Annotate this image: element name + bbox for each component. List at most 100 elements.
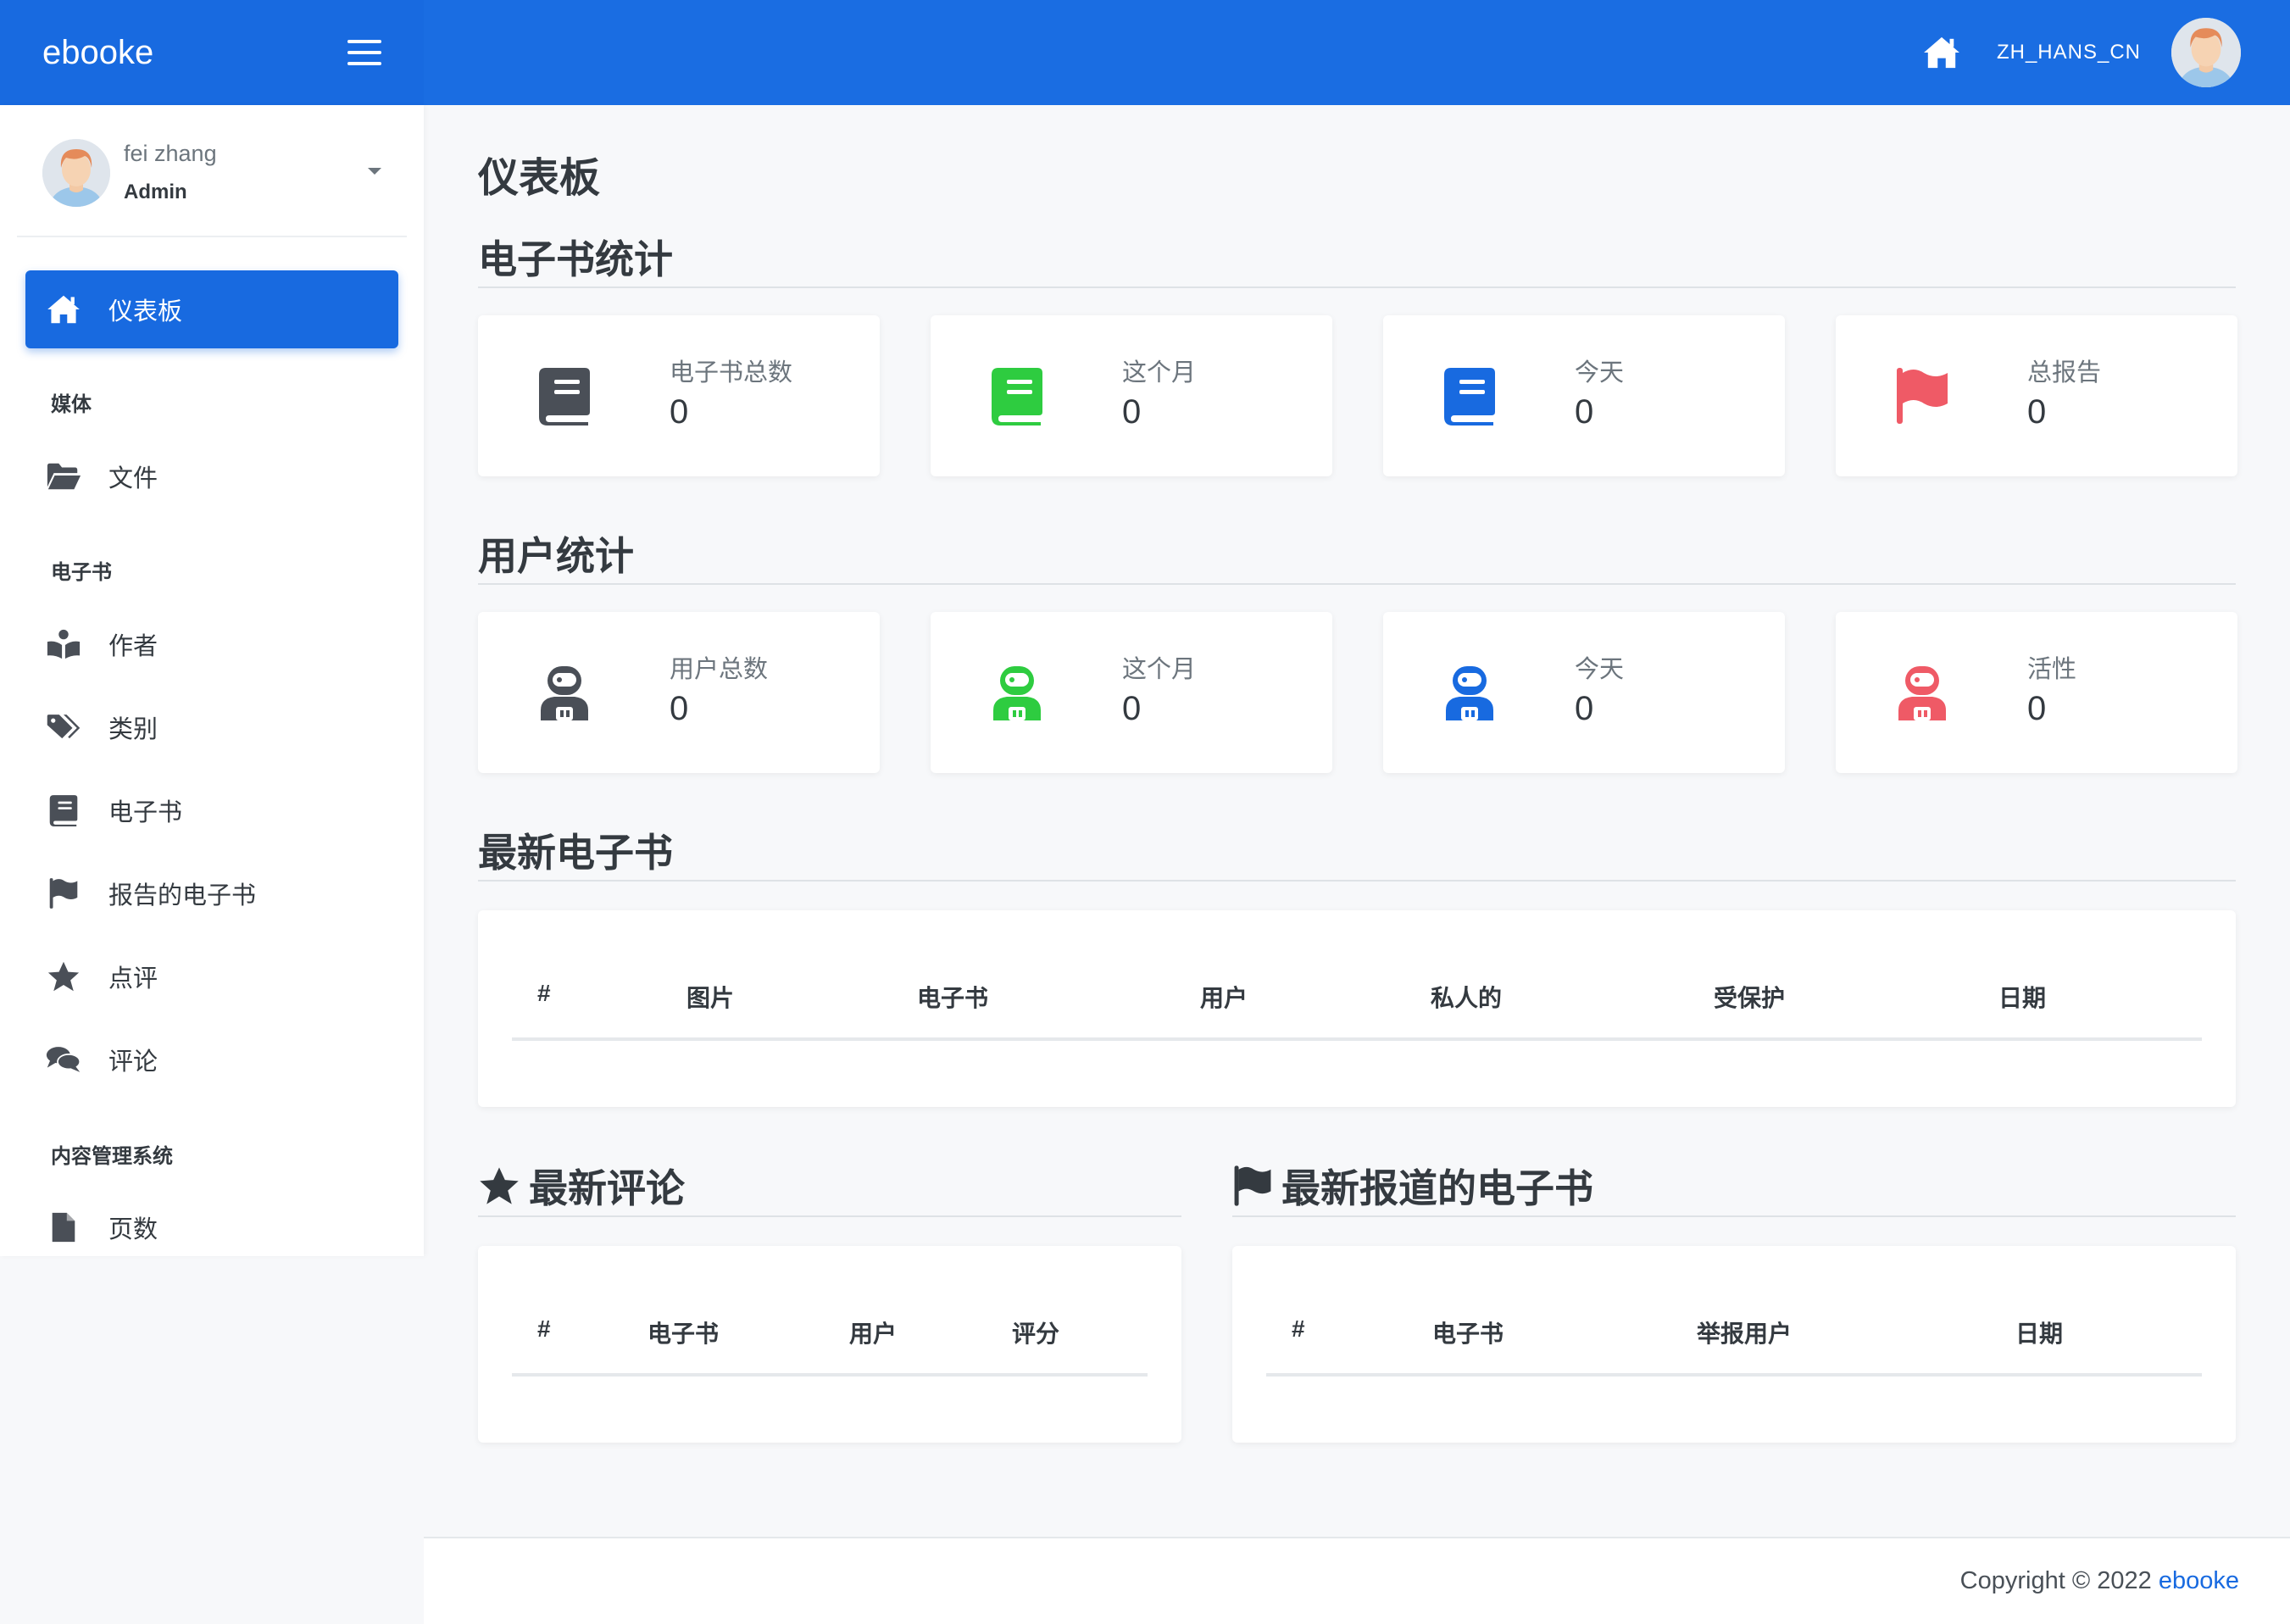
stat-value: 0 — [670, 690, 689, 727]
sidebar-item-label: 点评 — [108, 965, 158, 993]
stat-label: 电子书总数 — [670, 359, 793, 387]
brand-logo[interactable]: ebooke — [42, 34, 153, 72]
book-icon — [990, 366, 1044, 425]
user-panel[interactable]: fei zhang Admin — [17, 139, 407, 237]
column-header[interactable]: 用户 — [849, 1315, 897, 1349]
section-title-latest-ebooks: 最新电子书 — [478, 822, 2236, 882]
latest-reviews-table: # 电子书 用户 评分 — [478, 1246, 1181, 1443]
stat-value: 0 — [1575, 393, 1594, 431]
comments-icon — [46, 1043, 81, 1076]
flag-icon — [1232, 1165, 1273, 1207]
home-icon[interactable] — [1922, 36, 1961, 70]
sidebar-item-label: 文件 — [108, 465, 158, 492]
sidebar-item-label: 评论 — [108, 1048, 158, 1076]
home-icon — [46, 294, 81, 325]
file-icon — [46, 1211, 81, 1243]
column-header[interactable]: 私人的 — [1431, 980, 1502, 1014]
book-icon — [46, 794, 81, 826]
column-header[interactable]: 评分 — [1012, 1315, 1059, 1349]
flag-icon — [1895, 366, 1949, 425]
column-header[interactable]: # — [1292, 1315, 1305, 1343]
folder-open-icon — [46, 460, 81, 492]
sidebar-item-pages[interactable]: 页数 — [25, 1193, 398, 1261]
sidebar-item-reported-ebooks[interactable]: 报告的电子书 — [25, 859, 398, 927]
table-header-row: # 电子书 用户 评分 — [512, 1295, 1148, 1377]
stat-card-users-this-month: 这个月 0 — [931, 612, 1332, 773]
user-avatar[interactable] — [2171, 18, 2241, 87]
sidebar-item-label: 报告的电子书 — [108, 882, 257, 909]
column-header[interactable]: 举报用户 — [1697, 1315, 1792, 1349]
flag-icon — [46, 877, 81, 909]
user-name: fei zhang — [124, 141, 217, 166]
stat-card-ebooks-this-month: 这个月 0 — [931, 315, 1332, 476]
column-header[interactable]: 电子书 — [648, 1315, 719, 1349]
sidebar-item-label: 电子书 — [108, 799, 183, 826]
footer-link[interactable]: ebooke — [2159, 1567, 2239, 1594]
tags-icon — [46, 711, 81, 743]
column-header[interactable]: 电子书 — [1432, 1315, 1504, 1349]
stat-card-ebooks-today: 今天 0 — [1383, 315, 1785, 476]
user-astronaut-icon — [537, 663, 592, 722]
sidebar-item-comments[interactable]: 评论 — [25, 1026, 398, 1093]
sidebar-item-label: 类别 — [108, 716, 158, 743]
sidebar-item-categories[interactable]: 类别 — [25, 693, 398, 761]
copyright: Copyright © 2022 ebooke — [1959, 1567, 2239, 1594]
sidebar-header-ebooks: 电子书 — [51, 561, 112, 584]
sidebar-item-authors[interactable]: 作者 — [25, 610, 398, 678]
sidebar-header-cms: 内容管理系统 — [51, 1145, 173, 1168]
page-title: 仪表板 — [478, 156, 601, 201]
column-header[interactable]: 日期 — [1998, 980, 2046, 1014]
sidebar-item-ebooks[interactable]: 电子书 — [25, 776, 398, 844]
book-icon — [1442, 366, 1497, 425]
caret-down-icon[interactable] — [368, 168, 381, 175]
user-role: Admin — [124, 181, 187, 203]
language-switcher[interactable]: ZH_HANS_CN — [1997, 41, 2141, 64]
sidebar-item-reviews[interactable]: 点评 — [25, 943, 398, 1010]
stat-label: 这个月 — [1122, 656, 1197, 683]
stat-label: 总报告 — [2027, 359, 2102, 387]
stat-label: 今天 — [1575, 359, 1625, 387]
sidebar-item-dashboard[interactable]: 仪表板 — [25, 270, 398, 348]
avatar — [42, 139, 110, 207]
column-header[interactable]: 用户 — [1200, 980, 1248, 1014]
sidebar-header-media: 媒体 — [51, 393, 92, 416]
menu-toggle-icon[interactable] — [347, 40, 381, 65]
brand-bar: ebooke — [0, 0, 424, 105]
sidebar-item-files[interactable]: 文件 — [25, 442, 398, 510]
stat-value: 0 — [2027, 690, 2047, 727]
sidebar-item-label: 作者 — [108, 633, 158, 660]
section-title-user-stats: 用户统计 — [478, 526, 2236, 585]
stat-card-users-today: 今天 0 — [1383, 612, 1785, 773]
stat-value: 0 — [1122, 393, 1142, 431]
latest-ebooks-table: # 图片 电子书 用户 私人的 受保护 日期 — [478, 910, 2236, 1107]
stat-value: 0 — [1575, 690, 1594, 727]
column-header[interactable]: # — [537, 980, 551, 1007]
latest-reports-table: # 电子书 举报用户 日期 — [1232, 1246, 2236, 1443]
section-title-latest-reviews: 最新评论 — [478, 1158, 1181, 1217]
sidebar-item-label: 页数 — [108, 1216, 158, 1243]
star-icon — [478, 1165, 520, 1206]
user-astronaut-icon — [990, 663, 1044, 722]
sidebar: fei zhang Admin 仪表板 媒体 文件 电子书 作者 类别 电子书 … — [0, 105, 424, 1256]
stat-card-active-users: 活性 0 — [1836, 612, 2237, 773]
book-reader-icon — [46, 628, 81, 660]
user-astronaut-icon — [1895, 663, 1949, 722]
stat-card-total-users: 用户总数 0 — [478, 612, 880, 773]
column-header[interactable]: 电子书 — [917, 980, 988, 1014]
sidebar-item-label: 仪表板 — [108, 298, 183, 325]
section-title-ebook-stats: 电子书统计 — [478, 229, 2236, 288]
stat-card-total-reports: 总报告 0 — [1836, 315, 2237, 476]
stat-card-total-ebooks: 电子书总数 0 — [478, 315, 880, 476]
column-header[interactable]: 日期 — [2015, 1315, 2063, 1349]
stat-label: 活性 — [2027, 656, 2077, 683]
book-icon — [537, 366, 592, 425]
stat-label: 今天 — [1575, 656, 1625, 683]
stat-label: 用户总数 — [670, 656, 769, 683]
top-navbar: ZH_HANS_CN — [424, 0, 2290, 105]
column-header[interactable]: 受保护 — [1714, 980, 1785, 1014]
column-header[interactable]: # — [537, 1315, 551, 1343]
stat-label: 这个月 — [1122, 359, 1197, 387]
table-header-row: # 图片 电子书 用户 私人的 受保护 日期 — [512, 959, 2202, 1041]
column-header[interactable]: 图片 — [686, 980, 734, 1014]
user-astronaut-icon — [1442, 663, 1497, 722]
